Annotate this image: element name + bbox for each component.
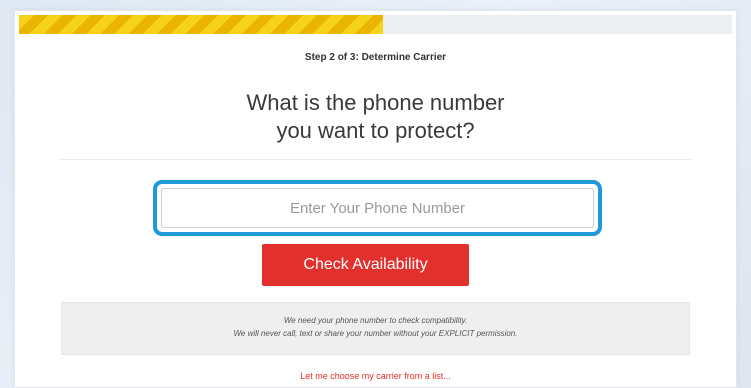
question-line-1: What is the phone number: [246, 90, 505, 115]
carrier-step-card: Step 2 of 3: Determine Carrier What is t…: [14, 10, 737, 388]
choose-carrier-link[interactable]: Let me choose my carrier from a list...: [300, 371, 451, 381]
check-availability-button[interactable]: Check Availability: [262, 244, 469, 286]
step-label: Step 2 of 3: Determine Carrier: [304, 52, 447, 63]
choose-carrier-link-container: Let me choose my carrier from a list...: [15, 371, 736, 381]
question-line-2: you want to protect?: [276, 118, 475, 143]
divider: [59, 159, 692, 160]
progress-bar-fill: [19, 15, 383, 34]
privacy-notice: We need your phone number to check compa…: [61, 302, 690, 355]
phone-number-input[interactable]: [161, 188, 594, 228]
phone-input-highlight: [153, 180, 602, 236]
notice-line-1: We need your phone number to check compa…: [283, 316, 468, 325]
notice-line-2: We will never call, text or share your n…: [233, 329, 518, 338]
progress-bar: [19, 15, 732, 34]
page-question: What is the phone number you want to pro…: [15, 89, 736, 145]
